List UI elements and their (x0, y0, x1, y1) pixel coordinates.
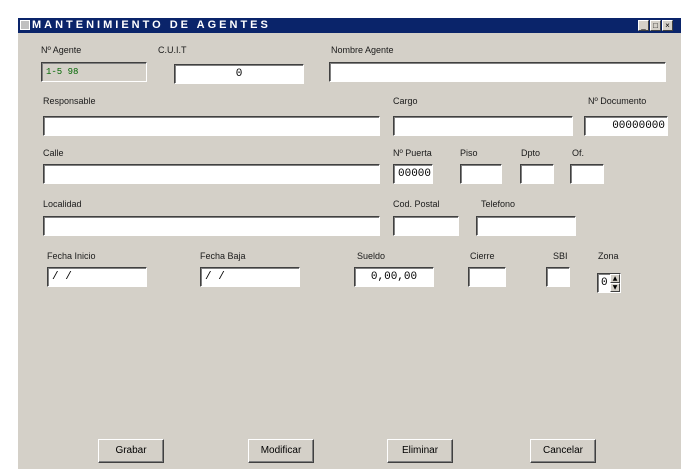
zona-label: Zona (598, 251, 619, 261)
eliminar-button[interactable]: Eliminar (387, 439, 453, 463)
num-puerta-field[interactable]: 00000 (393, 164, 433, 184)
cuit-field[interactable]: 0 (174, 64, 304, 84)
of-label: Of. (572, 148, 585, 158)
piso-label: Piso (460, 148, 478, 158)
sbi-label: SBI (553, 251, 568, 261)
fecha-inicio-label: Fecha Inicio (47, 251, 96, 261)
localidad-label: Localidad (43, 199, 82, 209)
of-field[interactable] (570, 164, 604, 184)
num-puerta-label: Nº Puerta (393, 148, 432, 158)
num-documento-field[interactable]: 00000000 (584, 116, 668, 136)
spin-up-icon[interactable]: ▲ (610, 274, 620, 283)
sueldo-field[interactable]: 0,00,00 (354, 267, 434, 287)
close-button[interactable]: × (662, 20, 673, 31)
num-agente-label: Nº Agente (41, 45, 82, 55)
grabar-button[interactable]: Grabar (98, 439, 164, 463)
nombre-agente-label: Nombre Agente (331, 45, 394, 55)
fecha-baja-label: Fecha Baja (200, 251, 246, 261)
cod-postal-label: Cod. Postal (393, 199, 440, 209)
zona-value: 0 (601, 277, 608, 289)
cierre-label: Cierre (470, 251, 495, 261)
modificar-button[interactable]: Modificar (248, 439, 314, 463)
spin-down-icon[interactable]: ▼ (610, 283, 620, 292)
num-agente-field: 1-5 98 (41, 62, 147, 82)
fecha-baja-field[interactable]: / / (200, 267, 300, 287)
responsable-field[interactable] (43, 116, 380, 136)
calle-field[interactable] (43, 164, 380, 184)
responsable-label: Responsable (43, 96, 96, 106)
telefono-field[interactable] (476, 216, 576, 236)
sbi-field[interactable] (546, 267, 570, 287)
piso-field[interactable] (460, 164, 502, 184)
dpto-field[interactable] (520, 164, 554, 184)
minimize-button[interactable]: _ (638, 20, 649, 31)
num-documento-label: Nº Documento (588, 96, 647, 106)
nombre-agente-field[interactable] (329, 62, 666, 82)
sueldo-label: Sueldo (357, 251, 386, 261)
localidad-field[interactable] (43, 216, 380, 236)
app-icon (20, 20, 30, 30)
main-window: MANTENIMIENTO DE AGENTES _ □ × Nº Agente… (17, 17, 681, 469)
zona-spinner[interactable]: 0 ▲ ▼ (597, 273, 621, 293)
cierre-field[interactable] (468, 267, 506, 287)
title-bar[interactable]: MANTENIMIENTO DE AGENTES _ □ × (18, 18, 681, 33)
maximize-button[interactable]: □ (650, 20, 661, 31)
cargo-label: Cargo (393, 96, 418, 106)
cuit-label: C.U.I.T (158, 45, 187, 55)
cod-postal-field[interactable] (393, 216, 459, 236)
zona-spin-buttons: ▲ ▼ (610, 274, 620, 292)
window-title: MANTENIMIENTO DE AGENTES (32, 19, 271, 31)
fecha-inicio-field[interactable]: / / (47, 267, 147, 287)
calle-label: Calle (43, 148, 64, 158)
telefono-label: Telefono (481, 199, 516, 209)
dpto-label: Dpto (521, 148, 541, 158)
cancelar-button[interactable]: Cancelar (530, 439, 596, 463)
cargo-field[interactable] (393, 116, 573, 136)
